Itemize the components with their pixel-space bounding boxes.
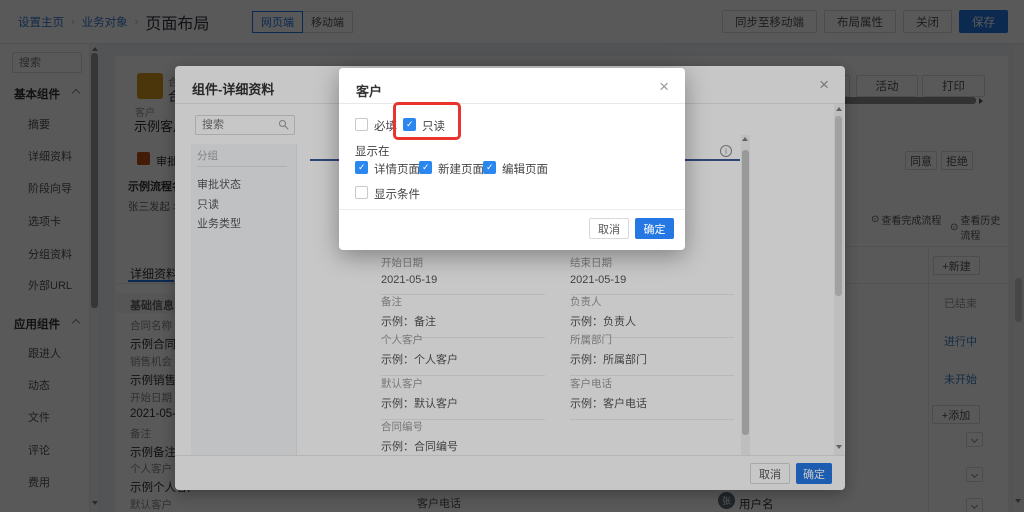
divider	[339, 103, 685, 104]
new-page-checkbox[interactable]	[419, 161, 432, 174]
modal-title: 客户	[356, 81, 382, 100]
cancel-button[interactable]: 取消	[589, 218, 629, 239]
annotation-highlight-box	[393, 102, 461, 140]
required-checkbox[interactable]	[355, 118, 368, 131]
divider	[339, 209, 685, 210]
edit-page-label[interactable]: 编辑页面	[502, 161, 548, 177]
display-condition-label[interactable]: 显示条件	[374, 186, 420, 202]
new-page-label[interactable]: 新建页面	[438, 161, 484, 177]
edit-page-checkbox[interactable]	[483, 161, 496, 174]
close-icon[interactable]	[659, 78, 669, 95]
detail-page-label[interactable]: 详情页面	[374, 161, 420, 177]
confirm-button[interactable]: 确定	[635, 218, 674, 239]
display-condition-checkbox[interactable]	[355, 186, 368, 199]
field-settings-modal: 客户 必填 只读 显示在 详情页面 新建页面 编辑页面 显示条件 取消 确定	[339, 68, 685, 250]
display-in-label: 显示在	[355, 143, 390, 159]
detail-page-checkbox[interactable]	[355, 161, 368, 174]
